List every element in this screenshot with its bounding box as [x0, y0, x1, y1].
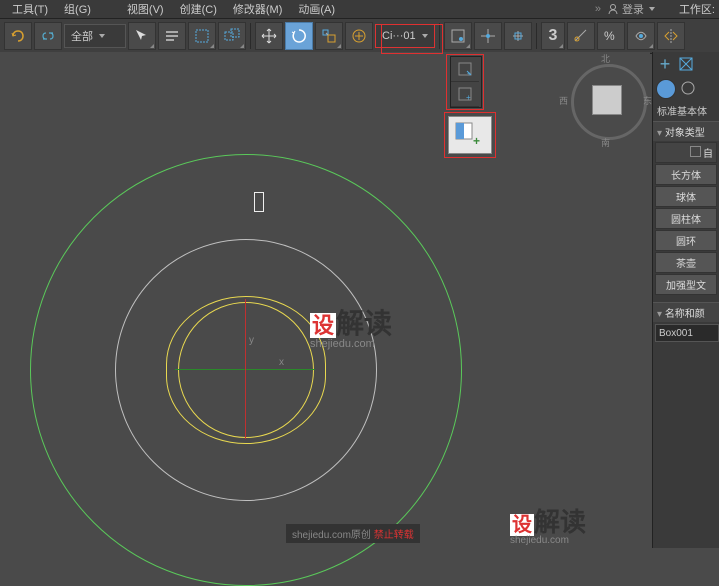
viewcube-west[interactable]: 西 [559, 94, 568, 107]
snap-flyout-1[interactable]: + [451, 57, 479, 82]
modify-tab-icon[interactable] [677, 55, 695, 76]
command-panel: + 标准基本体 对象类型 自 长方体 球体 圆柱体 圆环 茶壶 加强型文 名称和… [652, 52, 719, 548]
viewcube[interactable]: 北 南 东 西 [571, 64, 641, 134]
axis-x-label: x [279, 357, 284, 368]
watermark-2: 设解读 shejiedu.com [510, 502, 586, 546]
viewcube-north[interactable]: 北 [601, 52, 610, 65]
btn-torus[interactable]: 圆环 [655, 230, 717, 251]
svg-text:+: + [466, 93, 471, 102]
select-by-name-icon[interactable] [158, 22, 186, 50]
text-cursor-icon [254, 192, 264, 212]
viewcube-east[interactable]: 东 [643, 94, 652, 107]
snap-toggle-icon[interactable] [444, 22, 472, 50]
move-icon[interactable] [255, 22, 283, 50]
btn-textplus[interactable]: 加强型文 [655, 274, 717, 295]
placement-icon[interactable] [345, 22, 373, 50]
link-icon[interactable] [34, 22, 62, 50]
selection-filter-dropdown[interactable]: 全部 [64, 24, 126, 48]
create-tab-icon[interactable]: + [656, 56, 674, 74]
snap-flyout: + + [450, 56, 482, 108]
section-object-type[interactable]: 对象类型 [653, 121, 719, 141]
shapes-icon[interactable] [679, 79, 697, 100]
footer-watermark: shejiedu.com原创 禁止转载 [286, 524, 420, 543]
named-selection-dropdown[interactable]: Ci···01 [375, 24, 435, 48]
menu-create[interactable]: 创建(C) [172, 1, 225, 17]
snap-flyout-2[interactable]: + [451, 82, 479, 107]
percent-icon[interactable]: % [597, 22, 625, 50]
rect-select-icon[interactable] [188, 22, 216, 50]
axis-y-label: y [249, 335, 254, 346]
btn-teapot[interactable]: 茶壶 [655, 252, 717, 273]
menu-bar: 工具(T) 组(G) 视图(V) 创建(C) 修改器(M) 动画(A) » 登录… [0, 0, 719, 19]
spinner-snap-icon[interactable] [567, 22, 595, 50]
select-object-icon[interactable] [128, 22, 156, 50]
category-label: 标准基本体 [653, 100, 719, 121]
scale-icon[interactable] [315, 22, 343, 50]
window-crossing-icon[interactable] [218, 22, 246, 50]
section-name-color[interactable]: 名称和颜 [653, 302, 719, 322]
mirror-icon[interactable] [657, 22, 685, 50]
snap-3-icon[interactable]: 3 [541, 22, 565, 50]
watermark-1: 设解读 shejiedu.com [310, 302, 392, 350]
object-name-input[interactable] [655, 324, 719, 342]
login-button[interactable]: 登录 [607, 1, 655, 17]
menu-view[interactable]: 视图(V) [119, 1, 172, 17]
angle-snap-icon[interactable] [474, 22, 502, 50]
workspace-label: 工作区: [679, 1, 715, 17]
rotate-icon[interactable] [285, 22, 313, 50]
btn-cylinder[interactable]: 圆柱体 [655, 208, 717, 229]
percent-snap-icon[interactable] [504, 22, 532, 50]
user-icon [607, 3, 619, 15]
edit-named-sel-icon[interactable] [627, 22, 655, 50]
svg-text:+: + [467, 71, 471, 77]
menu-group[interactable]: 组(G) [56, 1, 99, 17]
svg-text:+: + [473, 134, 480, 148]
menu-tools[interactable]: 工具(T) [4, 1, 56, 17]
main-toolbar: 全部 Ci···01 3 % [0, 19, 719, 54]
viewport[interactable]: x y 设解读 shejiedu.com 设解读 shejiedu.com [0, 52, 650, 532]
snap-flyout-selected[interactable]: + [448, 116, 492, 154]
rotate-gizmo-ellipse[interactable] [166, 296, 326, 444]
btn-box[interactable]: 长方体 [655, 164, 717, 185]
menu-anim[interactable]: 动画(A) [290, 1, 343, 17]
btn-sphere[interactable]: 球体 [655, 186, 717, 207]
geometry-icon[interactable] [656, 79, 676, 99]
autogrid-checkbox[interactable]: 自 [655, 142, 717, 163]
undo-history-icon[interactable] [4, 22, 32, 50]
svg-text:%: % [604, 29, 615, 43]
menu-modifier[interactable]: 修改器(M) [225, 1, 291, 17]
viewcube-south[interactable]: 南 [601, 136, 610, 149]
overflow-icon[interactable]: » [595, 3, 601, 15]
